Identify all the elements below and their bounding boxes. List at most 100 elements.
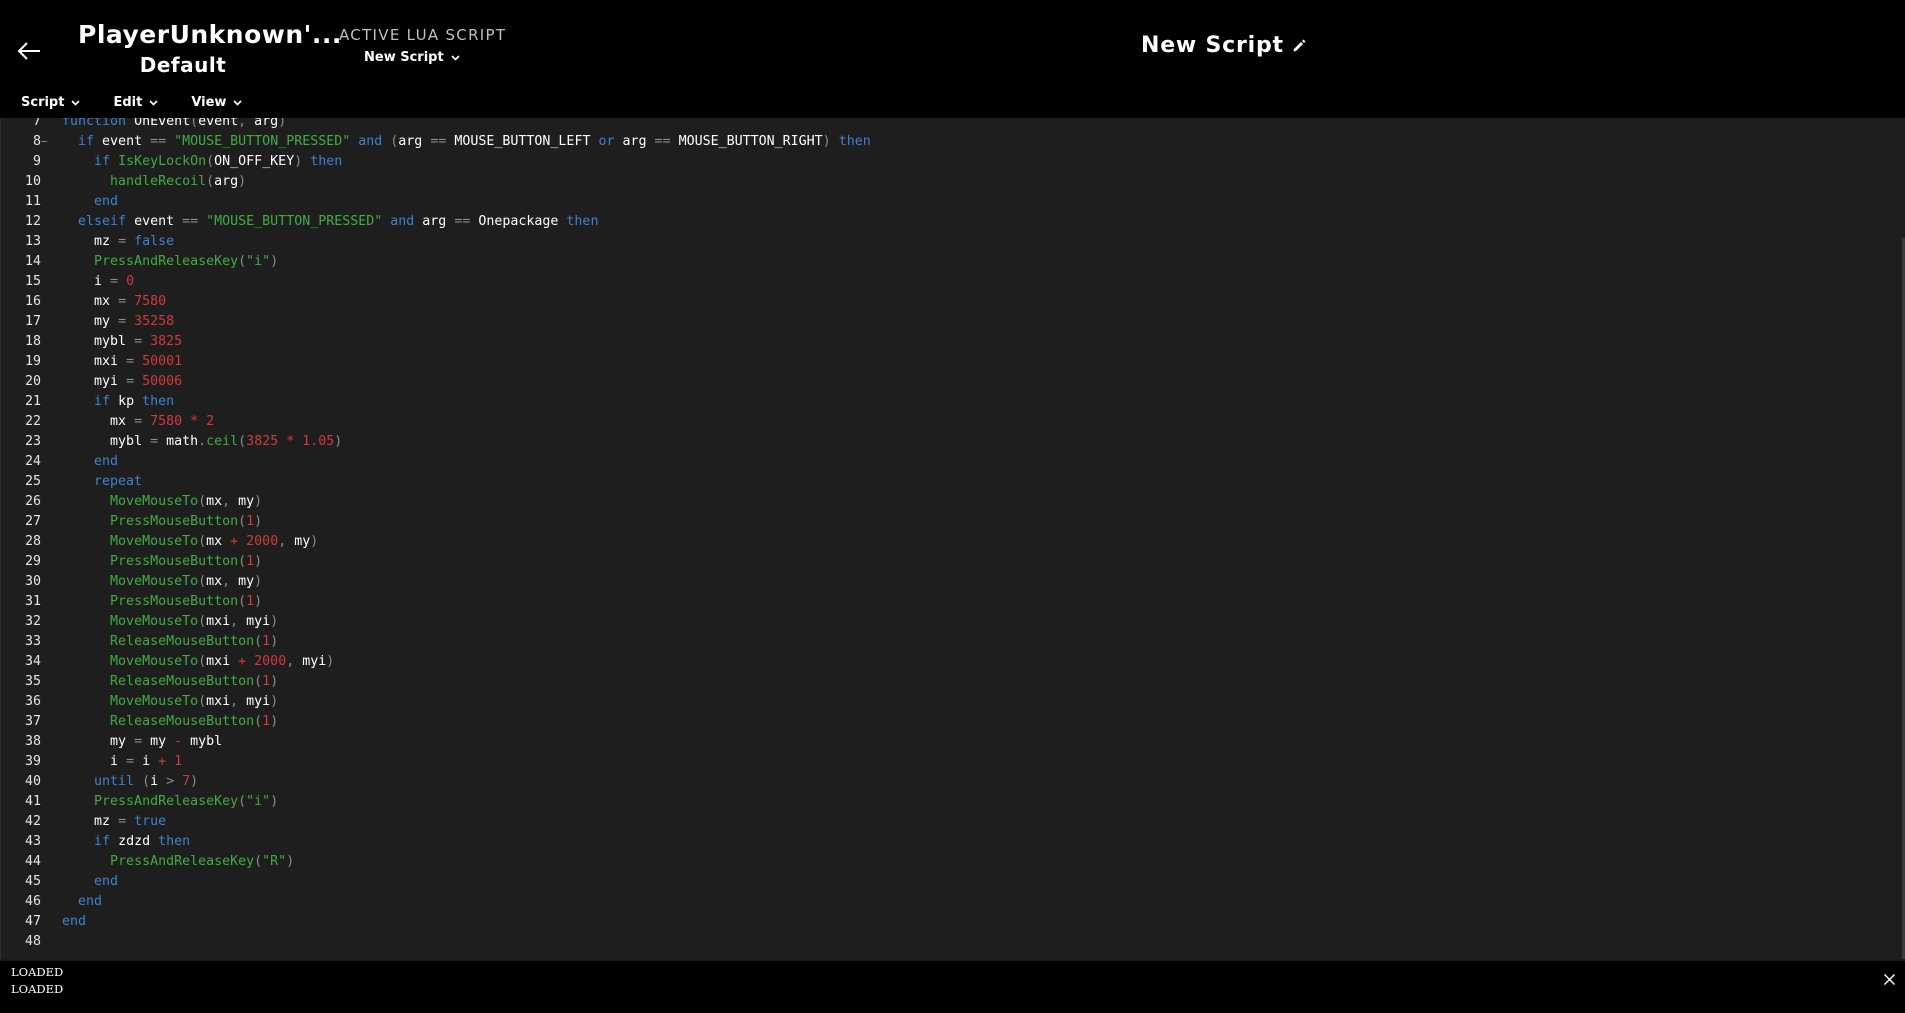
code-line[interactable]: 16 mx = 7580 <box>1 292 871 312</box>
code-line[interactable]: 37 ReleaseMouseButton(1) <box>1 712 871 732</box>
code-line[interactable]: 35 ReleaseMouseButton(1) <box>1 672 871 692</box>
code-token: mxi <box>206 614 231 629</box>
code-line[interactable]: 11 end <box>1 192 871 212</box>
code-line[interactable]: 30 MoveMouseTo(mx, my) <box>1 572 871 592</box>
code-text: handleRecoil(arg) <box>62 172 246 192</box>
code-token: end <box>94 194 119 209</box>
active-script-dropdown[interactable]: New Script <box>364 50 506 65</box>
code-token: 50006 <box>142 374 183 389</box>
code-line[interactable]: 10 handleRecoil(arg) <box>1 172 871 192</box>
code-line[interactable]: 45 end <box>1 872 871 892</box>
line-number: 38 <box>24 734 41 749</box>
code-line[interactable]: 31 PressMouseButton(1) <box>1 592 871 612</box>
code-token: ( <box>198 534 207 549</box>
line-number: 15 <box>24 274 41 289</box>
code-line[interactable]: 21 if kp then <box>1 392 871 412</box>
code-line[interactable]: 20 myi = 50006 <box>1 372 871 392</box>
menu-edit[interactable]: Edit <box>113 95 158 110</box>
code-token: 3825 <box>150 334 183 349</box>
code-token: > <box>166 774 183 789</box>
back-button[interactable] <box>14 38 44 64</box>
code-line[interactable]: 23 mybl = math.ceil(3825 * 1.05) <box>1 432 871 452</box>
code-line[interactable]: 29 PressMouseButton(1) <box>1 552 871 572</box>
code-line[interactable]: 44 PressAndReleaseKey("R") <box>1 852 871 872</box>
code-token: ) <box>270 634 279 649</box>
code-token: end <box>94 874 119 889</box>
line-number: 14 <box>24 254 41 269</box>
script-title[interactable]: New Script <box>1141 33 1306 58</box>
code-line[interactable]: 26 MoveMouseTo(mx, my) <box>1 492 871 512</box>
code-token: , <box>286 654 303 669</box>
code-line[interactable]: 28 MoveMouseTo(mx + 2000, my) <box>1 532 871 552</box>
code-line[interactable]: 22 mx = 7580 * 2 <box>1 412 871 432</box>
code-line[interactable]: 46 end <box>1 892 871 912</box>
code-token: then <box>838 134 871 149</box>
code-line[interactable]: 38 my = my - mybl <box>1 732 871 752</box>
fold-toggle[interactable]: − <box>41 132 62 152</box>
code-token: ( <box>254 674 263 689</box>
code-line[interactable]: 15 i = 0 <box>1 272 871 292</box>
code-editor[interactable]: 7 function OnEvent(event, arg) 8− if event… <box>0 118 1905 959</box>
line-number: 26 <box>24 494 41 509</box>
code-token: + <box>158 754 175 769</box>
code-text: end <box>62 892 102 912</box>
code-token: 1 <box>246 594 255 609</box>
code-line[interactable]: 8− if event == "MOUSE_BUTTON_PRESSED" an… <box>1 132 871 152</box>
code-token: ( <box>198 614 207 629</box>
fold-gutter <box>41 532 62 552</box>
code-line[interactable]: 14 PressAndReleaseKey("i") <box>1 252 871 272</box>
code-line[interactable]: 18 mybl = 3825 <box>1 332 871 352</box>
code-line[interactable]: 12 elseif event == "MOUSE_BUTTON_PRESSED… <box>1 212 871 232</box>
fold-gutter <box>41 712 62 732</box>
code-line[interactable]: 42 mz = true <box>1 812 871 832</box>
code-token: ( <box>198 694 207 709</box>
code-token: 1 <box>262 714 271 729</box>
code-token: ) <box>334 434 343 449</box>
code-token: = <box>126 754 143 769</box>
code-token: myi <box>302 654 327 669</box>
line-number: 21 <box>24 394 41 409</box>
code-line[interactable]: 40 until (i > 7) <box>1 772 871 792</box>
line-number: 48 <box>24 934 41 949</box>
code-token: = <box>126 354 143 369</box>
code-token: mx <box>94 294 119 309</box>
code-line[interactable]: 24 end <box>1 452 871 472</box>
code-line[interactable]: 32 MoveMouseTo(mxi, myi) <box>1 612 871 632</box>
code-line[interactable]: 19 mxi = 50001 <box>1 352 871 372</box>
code-line[interactable]: 25 repeat <box>1 472 871 492</box>
close-output-button[interactable] <box>1881 971 1897 987</box>
code-line[interactable]: 48 <box>1 932 871 952</box>
code-token: MoveMouseTo <box>110 574 199 589</box>
code-text: PressAndReleaseKey("i") <box>62 792 278 812</box>
code-line[interactable]: 9 if IsKeyLockOn(ON_OFF_KEY) then <box>1 152 871 172</box>
fold-gutter <box>41 552 62 572</box>
active-script-value: New Script <box>364 50 444 65</box>
code-token: == <box>150 134 175 149</box>
code-line[interactable]: 17 my = 35258 <box>1 312 871 332</box>
menu-view[interactable]: View <box>191 95 243 110</box>
fold-gutter <box>41 832 62 852</box>
code-line[interactable]: 43 if zdzd then <box>1 832 871 852</box>
menu-script[interactable]: Script <box>21 95 81 110</box>
code-token: , <box>238 118 255 129</box>
code-line[interactable]: 36 MoveMouseTo(mxi, myi) <box>1 692 871 712</box>
code-line[interactable]: 39 i = i + 1 <box>1 752 871 772</box>
code-token: OnEvent <box>134 118 191 129</box>
code-token: true <box>134 814 167 829</box>
fold-gutter <box>41 312 62 332</box>
code-line[interactable]: 27 PressMouseButton(1) <box>1 512 871 532</box>
code-line[interactable]: 34 MoveMouseTo(mxi + 2000, myi) <box>1 652 871 672</box>
code-line[interactable]: 33 ReleaseMouseButton(1) <box>1 632 871 652</box>
code-line[interactable]: 13 mz = false <box>1 232 871 252</box>
code-line[interactable]: 41 PressAndReleaseKey("i") <box>1 792 871 812</box>
code-text: mx = 7580 * 2 <box>62 412 214 432</box>
code-line[interactable]: 47 end <box>1 912 871 932</box>
code-line[interactable]: 7 function OnEvent(event, arg) <box>1 118 871 132</box>
